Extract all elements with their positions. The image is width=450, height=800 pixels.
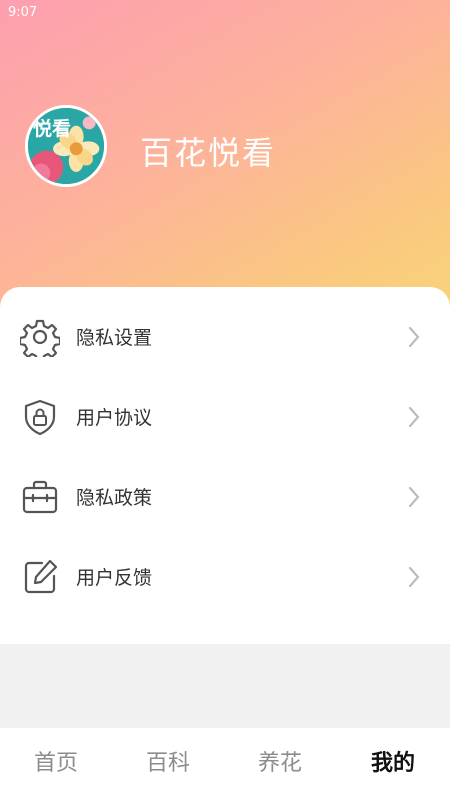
bottom-tab-bar: 首页 百科 养花 我的 bbox=[0, 728, 450, 800]
tab-home[interactable]: 首页 bbox=[0, 728, 112, 800]
tab-mine[interactable]: 我的 bbox=[337, 728, 449, 800]
tab-gardening[interactable]: 养花 bbox=[224, 728, 336, 800]
menu-label: 隐私政策 bbox=[76, 487, 153, 509]
chevron-right-icon bbox=[404, 405, 424, 429]
chevron-right-icon bbox=[404, 485, 424, 509]
avatar-text: 悦看 bbox=[33, 118, 72, 140]
menu-item-privacy-policy[interactable]: 隐私政策 bbox=[0, 457, 450, 537]
profile-header: 9:07 悦看 百花悦看 bbox=[0, 0, 450, 320]
menu-label: 用户协议 bbox=[76, 407, 153, 429]
chevron-right-icon bbox=[404, 325, 424, 349]
settings-menu: 隐私设置 用户协议 隐私政策 用户反馈 bbox=[0, 287, 450, 644]
chevron-right-icon bbox=[404, 565, 424, 589]
tab-encyclopedia[interactable]: 百科 bbox=[112, 728, 224, 800]
status-time: 9:07 bbox=[8, 5, 38, 20]
briefcase-icon bbox=[20, 477, 60, 517]
shield-lock-icon bbox=[20, 397, 60, 437]
menu-item-user-agreement[interactable]: 用户协议 bbox=[0, 377, 450, 457]
app-name: 百花悦看 bbox=[140, 134, 277, 172]
avatar[interactable]: 悦看 bbox=[25, 105, 107, 187]
menu-item-privacy-settings[interactable]: 隐私设置 bbox=[0, 297, 450, 377]
gear-icon bbox=[20, 317, 60, 357]
menu-label: 用户反馈 bbox=[76, 567, 153, 589]
menu-label: 隐私设置 bbox=[76, 327, 153, 349]
edit-icon bbox=[20, 557, 60, 597]
menu-item-user-feedback[interactable]: 用户反馈 bbox=[0, 537, 450, 617]
